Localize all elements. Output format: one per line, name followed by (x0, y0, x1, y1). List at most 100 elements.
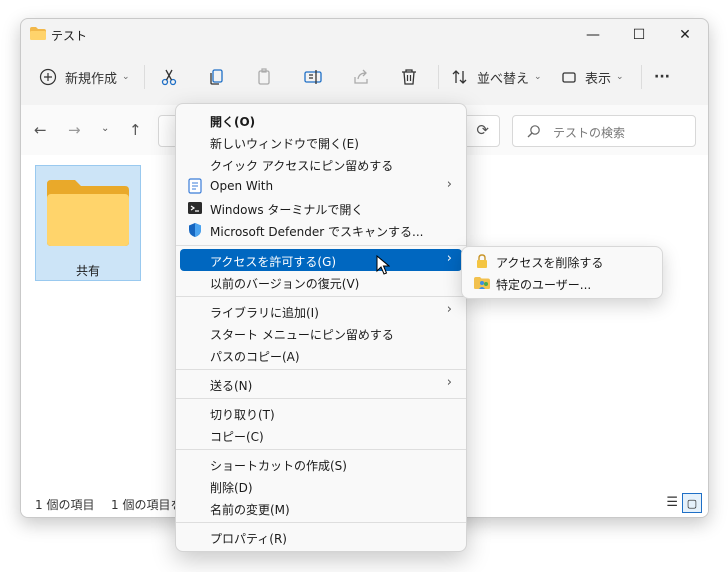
open-with-icon (188, 178, 202, 194)
search-input[interactable]: テストの検索 (512, 115, 696, 147)
new-button[interactable]: 新規作成 ⌄ (39, 64, 130, 90)
folder-icon (47, 180, 129, 246)
menu-item-defender-scan[interactable]: Microsoft Defender でスキャンする... (180, 219, 462, 241)
menu-item-copy-path[interactable]: パスのコピー(A) (180, 344, 462, 366)
menu-item-pin-quick-access[interactable]: クイック アクセスにピン留めする (180, 153, 462, 175)
menu-item-label: 削除(D) (210, 481, 253, 495)
menu-item-terminal[interactable]: Windows ターミナルで開く (180, 197, 462, 219)
folder-name: 共有 (75, 264, 100, 278)
submenu-item-label: 特定のユーザー... (496, 278, 592, 292)
menu-item-rename[interactable]: 名前の変更(M) (180, 497, 462, 519)
close-button[interactable]: ✕ (662, 19, 708, 51)
item-count: 1 個の項目 (35, 498, 95, 512)
menu-item-label: ショートカットの作成(S) (210, 459, 347, 473)
chevron-down-icon: ⌄ (122, 72, 130, 82)
submenu-item-remove-access[interactable]: アクセスを削除する (466, 250, 658, 272)
menu-item-pin-start[interactable]: スタート メニューにピン留めする (180, 322, 462, 344)
menu-item-label: Microsoft Defender でスキャンする... (210, 225, 424, 239)
menu-separator (176, 245, 466, 246)
menu-item-label: Open With (210, 179, 274, 193)
menu-item-label: パスのコピー(A) (210, 350, 300, 364)
menu-item-add-to-library[interactable]: ライブラリに追加(I) › (180, 300, 462, 322)
rename-button[interactable] (301, 65, 325, 89)
copy-icon (210, 69, 223, 85)
chevron-right-icon: › (446, 177, 452, 192)
view-button[interactable]: 表示 ⌄ (561, 64, 624, 90)
folder-icon (30, 27, 46, 40)
menu-item-label: クイック アクセスにピン留めする (210, 159, 394, 173)
selection-count: 1 個の項目を (111, 498, 183, 512)
lock-icon (477, 254, 487, 268)
view-label: 表示 (585, 71, 612, 87)
menu-item-label: スタート メニューにピン留めする (210, 328, 394, 342)
cut-button[interactable] (157, 65, 181, 89)
menu-item-label: コピー(C) (210, 430, 264, 444)
trash-icon (402, 69, 416, 85)
share-button[interactable] (349, 65, 373, 89)
new-label: 新規作成 (65, 71, 118, 87)
menu-item-label: 開く(O) (210, 115, 256, 129)
menu-item-cut[interactable]: 切り取り(T) (180, 402, 462, 424)
refresh-icon[interactable]: ⟳ (476, 121, 489, 139)
menu-item-label: 切り取り(T) (210, 408, 275, 422)
menu-item-open-with[interactable]: Open With › (180, 175, 462, 197)
separator (438, 65, 439, 89)
chevron-right-icon: › (446, 375, 452, 390)
scissors-icon (161, 69, 177, 86)
details-view-icon[interactable]: ☰ (666, 495, 678, 510)
back-arrow-icon[interactable]: ← (34, 121, 47, 139)
submenu-item-label: アクセスを削除する (496, 256, 604, 270)
delete-button[interactable] (397, 65, 421, 89)
share-icon (354, 69, 368, 84)
give-access-submenu: アクセスを削除する 特定のユーザー... (461, 246, 663, 299)
sort-button[interactable]: 並べ替え ⌄ (451, 64, 542, 90)
menu-item-label: アクセスを許可する(G) (210, 255, 337, 269)
paste-icon (258, 68, 270, 85)
command-bar: 新規作成 ⌄ 並べ替え ⌄ 表示 ⌄ ··· (21, 51, 708, 105)
terminal-icon (188, 202, 202, 214)
menu-item-delete[interactable]: 削除(D) (180, 475, 462, 497)
separator (641, 65, 642, 89)
more-button[interactable]: ··· (654, 64, 670, 90)
plus-circle-icon (39, 68, 57, 86)
forward-arrow-icon[interactable]: → (68, 121, 81, 139)
menu-item-properties[interactable]: プロパティ(R) (180, 526, 462, 548)
menu-separator (176, 398, 466, 399)
search-icon (527, 125, 540, 138)
separator (144, 65, 145, 89)
up-arrow-icon[interactable]: ↑ (129, 121, 142, 139)
menu-separator (176, 449, 466, 450)
menu-item-send-to[interactable]: 送る(N) › (180, 373, 462, 395)
window-title: テスト (51, 29, 88, 43)
menu-item-open[interactable]: 開く(O) (180, 109, 462, 131)
menu-item-label: 名前の変更(M) (210, 503, 290, 517)
submenu-item-specific-people[interactable]: 特定のユーザー... (466, 272, 658, 294)
recent-chevron-icon[interactable]: ⌄ (101, 123, 109, 134)
title-bar: テスト — ☐ ✕ (21, 19, 708, 51)
menu-item-restore-versions[interactable]: 以前のバージョンの復元(V) (180, 271, 462, 293)
menu-separator (176, 296, 466, 297)
menu-item-open-new-window[interactable]: 新しいウィンドウで開く(E) (180, 131, 462, 153)
paste-button[interactable] (253, 65, 277, 89)
menu-item-copy[interactable]: コピー(C) (180, 424, 462, 446)
menu-item-label: プロパティ(R) (210, 532, 287, 546)
menu-item-give-access[interactable]: アクセスを許可する(G) › (180, 249, 462, 271)
shield-icon (189, 223, 201, 237)
menu-item-label: ライブラリに追加(I) (210, 306, 319, 320)
chevron-right-icon: › (446, 302, 452, 317)
menu-item-create-shortcut[interactable]: ショートカットの作成(S) (180, 453, 462, 475)
mouse-cursor-icon (376, 255, 390, 275)
chevron-down-icon: ⌄ (534, 72, 542, 82)
minimize-button[interactable]: — (570, 19, 616, 51)
menu-item-label: 以前のバージョンの復元(V) (210, 277, 360, 291)
users-icon (474, 277, 490, 289)
search-placeholder: テストの検索 (553, 126, 626, 140)
maximize-button[interactable]: ☐ (616, 19, 662, 51)
menu-item-label: 新しいウィンドウで開く(E) (210, 137, 359, 151)
copy-button[interactable] (205, 65, 229, 89)
menu-item-label: 送る(N) (210, 379, 253, 393)
folder-item[interactable]: 共有 (35, 165, 141, 281)
tiles-view-icon[interactable]: ▢ (682, 493, 702, 513)
menu-item-label: Windows ターミナルで開く (210, 203, 364, 217)
menu-separator (176, 369, 466, 370)
